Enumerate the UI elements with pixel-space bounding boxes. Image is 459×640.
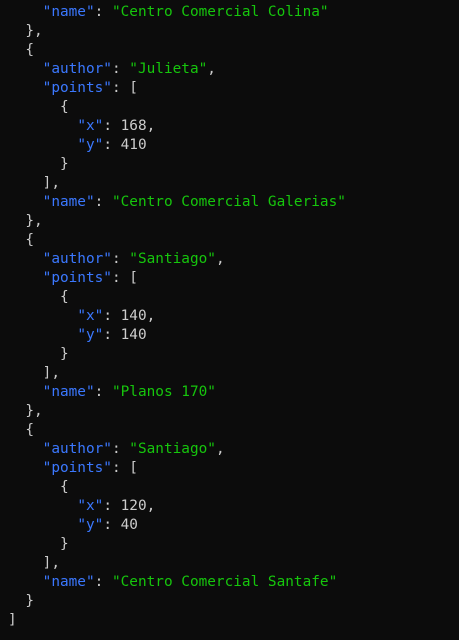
json-line: } — [0, 535, 459, 554]
json-line: "x": 120, — [77, 498, 156, 514]
brace-open: { — [59, 99, 69, 115]
terminal-output[interactable]: "name": "Centro Comercial Colina" }, { "… — [0, 0, 459, 640]
json-key: "name" — [42, 194, 95, 210]
json-line: ], — [0, 554, 459, 573]
json-string-value: "Planos 170" — [111, 384, 216, 400]
json-string-value: "Centro Comercial Santafe" — [111, 574, 338, 590]
bracket-open: [ — [129, 80, 138, 96]
json-number-value: 168 — [120, 118, 147, 134]
json-line: "x": 140, — [77, 308, 156, 324]
json-number-value: 140 — [120, 308, 147, 324]
json-string-value: "Santiago" — [129, 251, 216, 267]
json-line: "y": 140 — [77, 327, 147, 343]
json-string-value: "Santiago" — [129, 441, 216, 457]
json-key: "name" — [42, 574, 95, 590]
json-key: "name" — [42, 4, 95, 20]
json-key: "y" — [77, 137, 104, 153]
json-line: { — [0, 478, 459, 497]
json-line: }, — [0, 212, 459, 231]
json-key: "x" — [77, 118, 104, 134]
json-line: "author": "Santiago", — [42, 251, 225, 267]
json-line: "name": "Centro Comercial Colina" — [0, 3, 459, 22]
json-line: "y": 410 — [77, 137, 147, 153]
json-line: ], — [0, 174, 459, 193]
bracket-open: [ — [129, 460, 138, 476]
bracket-close: ], — [42, 555, 60, 571]
brace-open: { — [25, 232, 34, 248]
json-line: { — [0, 421, 459, 440]
brace-open: { — [25, 42, 34, 58]
bracket-close: ] — [8, 612, 17, 628]
json-key: "x" — [77, 308, 104, 324]
brace-close: } — [59, 346, 69, 362]
json-line: } — [0, 155, 459, 174]
json-line: "name": "Planos 170" — [42, 384, 216, 400]
brace-close: } — [59, 536, 69, 552]
json-line: "points": [ — [42, 460, 138, 476]
json-line: "y": 40 — [77, 517, 138, 533]
json-key: "x" — [77, 498, 104, 514]
brace-close: } — [25, 593, 34, 609]
json-line: { — [0, 231, 459, 250]
json-line: } — [0, 592, 459, 611]
bracket-open: [ — [129, 270, 138, 286]
json-number-value: 120 — [120, 498, 147, 514]
json-key: "points" — [42, 270, 112, 286]
bracket-close: ], — [42, 365, 60, 381]
json-line: { — [0, 98, 459, 117]
json-string-value: "Centro Comercial Colina" — [111, 4, 329, 20]
brace-open: { — [59, 479, 69, 495]
json-key: "y" — [77, 517, 104, 533]
json-key: "author" — [42, 441, 112, 457]
brace-close: } — [59, 156, 69, 172]
brace-close: }, — [25, 213, 43, 229]
json-line: } — [0, 345, 459, 364]
json-number-value: 140 — [120, 327, 147, 343]
json-line: "x": 168, — [77, 118, 156, 134]
json-key: "name" — [42, 384, 95, 400]
json-key: "points" — [42, 80, 112, 96]
json-line: { — [0, 41, 459, 60]
json-line: { — [0, 288, 459, 307]
json-string-value: "Centro Comercial Galerias" — [111, 194, 346, 210]
brace-close: }, — [25, 23, 43, 39]
json-line: "name": "Centro Comercial Galerias" — [42, 194, 346, 210]
json-line: ], — [0, 364, 459, 383]
json-line: "name": "Centro Comercial Santafe" — [42, 574, 338, 590]
json-line: ] — [0, 611, 459, 630]
bracket-close: ], — [42, 175, 60, 191]
json-line: }, — [0, 402, 459, 421]
json-key: "author" — [42, 251, 112, 267]
brace-close: }, — [25, 403, 43, 419]
json-line: "points": [ — [42, 270, 138, 286]
json-line: }, — [0, 22, 459, 41]
json-string-value: "Julieta" — [129, 61, 208, 77]
json-number-value: 40 — [120, 517, 138, 533]
json-line: "author": "Santiago", — [42, 441, 225, 457]
brace-open: { — [25, 422, 34, 438]
brace-open: { — [59, 289, 69, 305]
json-key: "author" — [42, 61, 112, 77]
json-key: "points" — [42, 460, 112, 476]
json-line: "points": [ — [42, 80, 138, 96]
json-line: "author": "Julieta", — [42, 61, 216, 77]
json-key: "y" — [77, 327, 104, 343]
json-number-value: 410 — [120, 137, 147, 153]
colon: : — [94, 4, 112, 20]
